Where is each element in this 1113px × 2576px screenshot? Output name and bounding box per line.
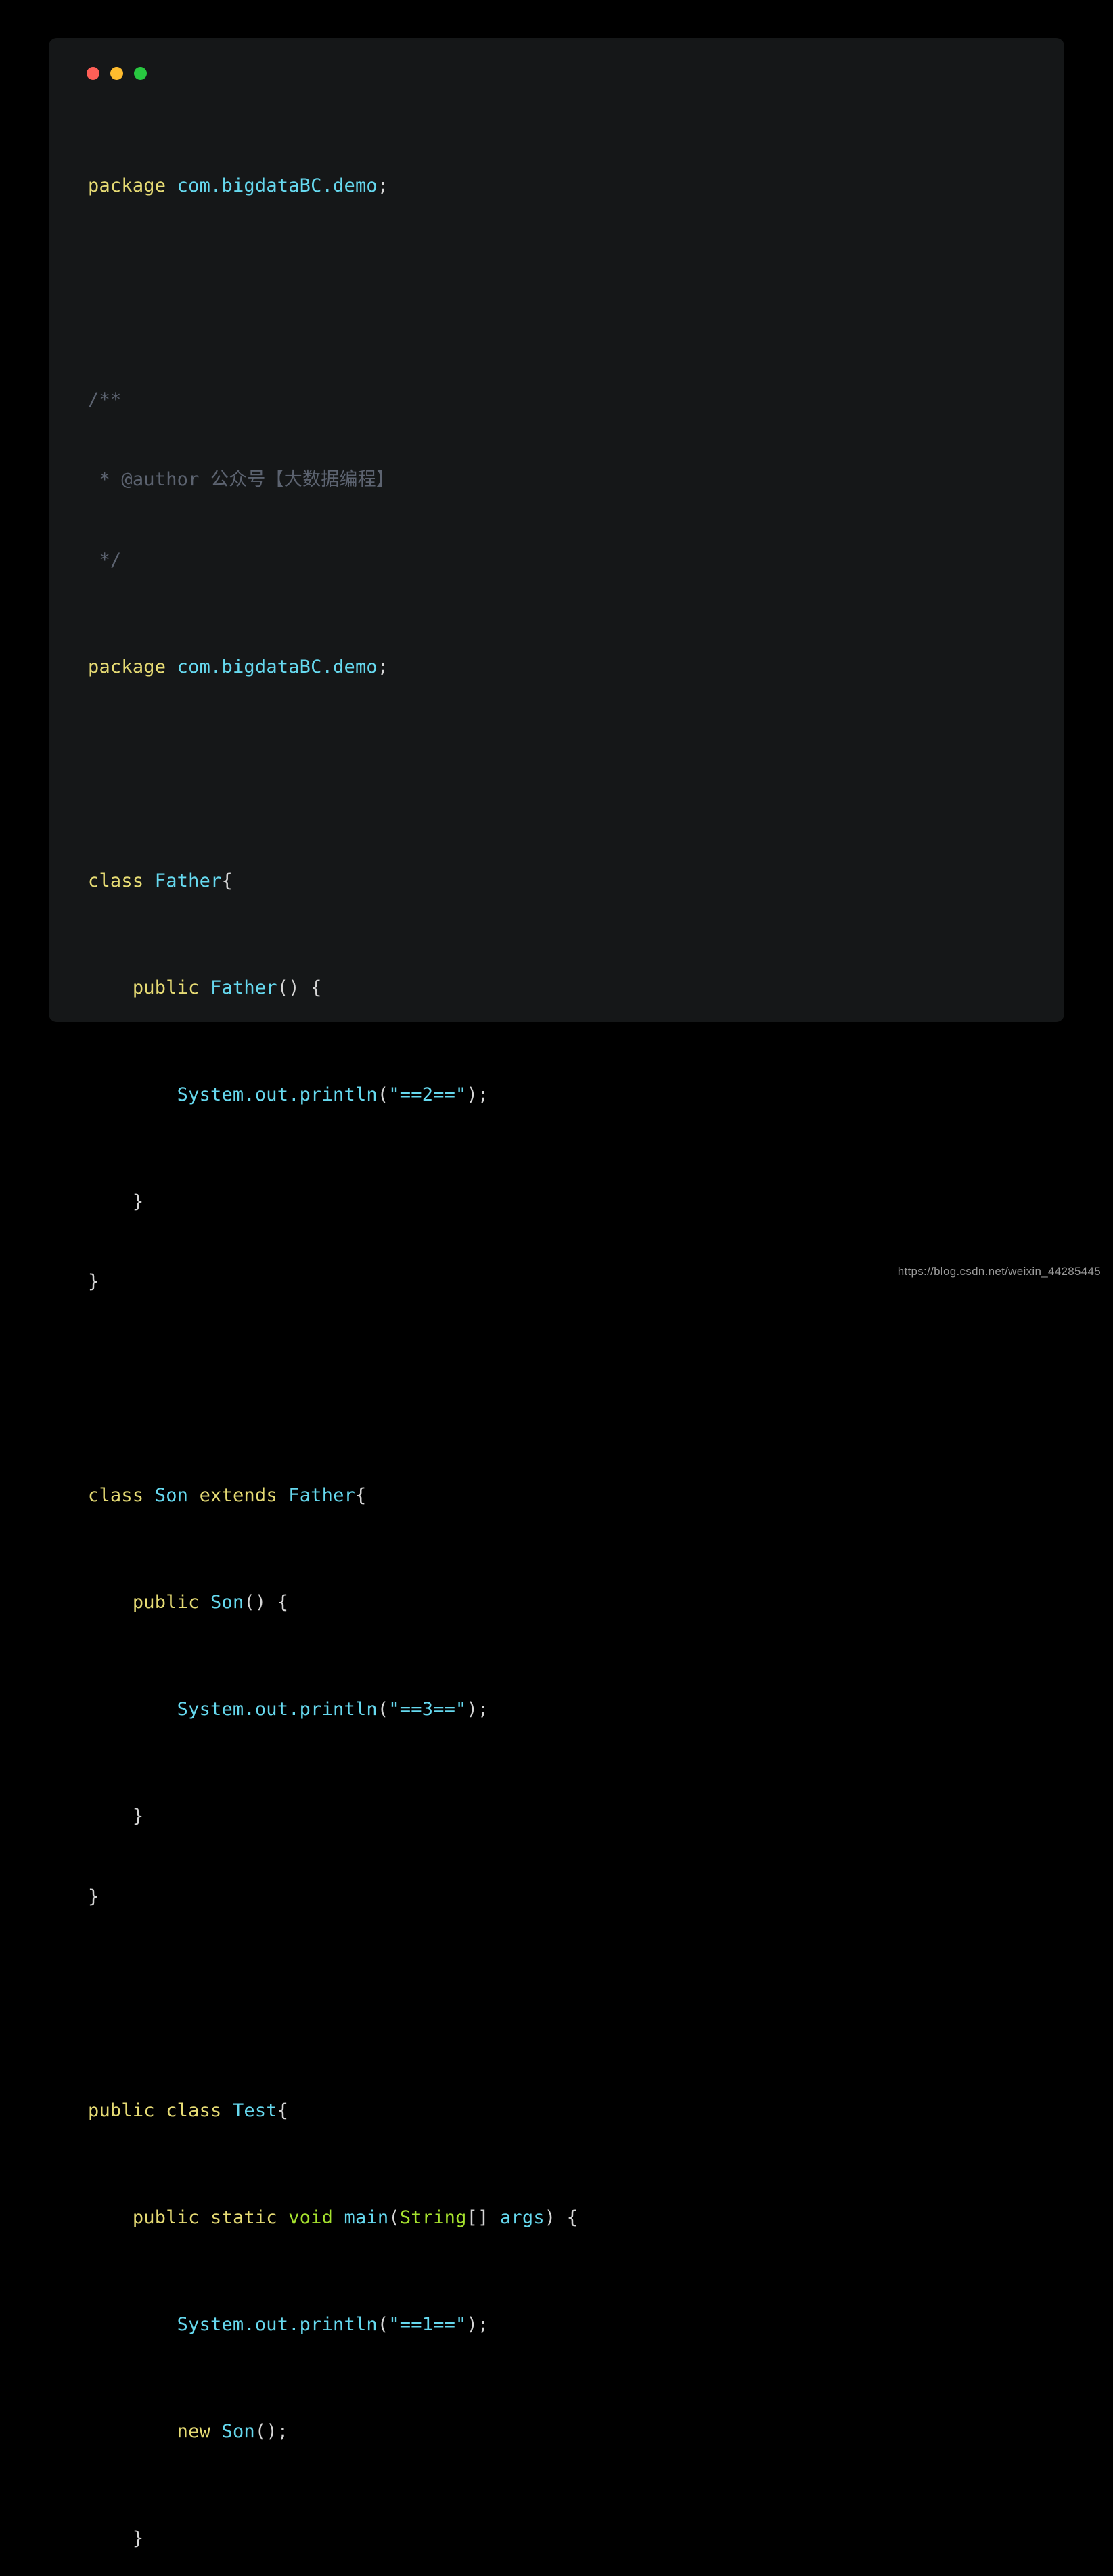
code-line: } <box>88 1189 1041 1216</box>
code-line: * @author 公众号【大数据编程】 <box>88 466 1041 493</box>
class-name-father: Father <box>154 870 222 891</box>
type-string: String <box>399 2206 467 2228</box>
class-name-son: Son <box>154 1485 189 1506</box>
keyword-public: public <box>132 2206 200 2228</box>
superclass-father: Father <box>288 1485 355 1506</box>
close-brace: } <box>88 1271 99 1292</box>
class-name-test: Test <box>232 2100 277 2121</box>
paren-brace: ) { <box>288 977 322 998</box>
keyword-public: public <box>132 977 200 998</box>
call-println: System.out.println <box>177 1084 378 1105</box>
maximize-window-button[interactable] <box>134 66 147 80</box>
code-line: class Son extends Father{ <box>88 1482 1041 1509</box>
comment-author: * @author 公众号【大数据编程】 <box>88 469 395 490</box>
watermark-url: https://blog.csdn.net/weixin_44285445 <box>897 1265 1101 1278</box>
method-main: main <box>344 2206 389 2228</box>
code-line: public static void main(String[] args) { <box>88 2204 1041 2231</box>
paren-open: ( <box>377 1699 389 1720</box>
keyword-extends: extends <box>199 1485 277 1506</box>
package-name: com.bigdataBC.demo <box>177 175 378 196</box>
package-name: com.bigdataBC.demo <box>177 656 378 678</box>
keyword-public: public <box>88 2100 155 2121</box>
paren-open: ( <box>377 1084 389 1105</box>
paren-brace: ) { <box>544 2206 578 2228</box>
keyword-class: class <box>88 1485 144 1506</box>
code-window: package com.bigdataBC.demo; /** * @autho… <box>49 38 1064 2549</box>
keyword-package: package <box>88 656 166 678</box>
code-line: package com.bigdataBC.demo; <box>88 173 1041 200</box>
code-line: System.out.println("==3=="); <box>88 1696 1041 1723</box>
string-literal: "==1==" <box>388 2313 467 2335</box>
close-brace: } <box>132 2527 144 2549</box>
paren-open: ( <box>277 977 289 998</box>
code-line: */ <box>88 547 1041 574</box>
close-brace: } <box>88 1886 99 1907</box>
code-line: } <box>88 1803 1041 1830</box>
constructor-father: Father <box>210 977 277 998</box>
keyword-package: package <box>88 175 166 196</box>
keyword-public: public <box>132 1592 200 1613</box>
open-brace: { <box>221 870 233 891</box>
keyword-class: class <box>166 2100 222 2121</box>
keyword-class: class <box>88 870 144 891</box>
code-content: package com.bigdataBC.demo; /** * @autho… <box>72 92 1041 2576</box>
code-line: public Son() { <box>88 1589 1041 1616</box>
code-line: new Son(); <box>88 2418 1041 2445</box>
paren-open: ( <box>388 2206 400 2228</box>
paren-open: ( <box>377 2313 389 2335</box>
type-void: void <box>288 2206 334 2228</box>
code-line: package com.bigdataBC.demo; <box>88 654 1041 681</box>
array-brackets: [] <box>466 2206 489 2228</box>
code-line: public Father() { <box>88 975 1041 1002</box>
window-controls <box>72 58 1041 81</box>
string-literal: "==3==" <box>388 1699 467 1720</box>
instantiate-son: Son <box>221 2420 255 2442</box>
constructor-son: Son <box>210 1592 244 1613</box>
keyword-new: new <box>177 2420 211 2442</box>
paren-brace: ) { <box>254 1592 289 1613</box>
paren-open: ( <box>244 1592 255 1613</box>
minimize-window-button[interactable] <box>110 66 123 80</box>
close-window-button[interactable] <box>87 66 99 80</box>
code-line: } <box>88 1884 1041 1911</box>
semicolon: ; <box>377 656 389 678</box>
comment-close: */ <box>88 549 122 571</box>
open-brace: { <box>355 1485 367 1506</box>
keyword-static: static <box>210 2206 277 2228</box>
semicolon: ; <box>377 175 389 196</box>
param-args: args <box>499 2206 545 2228</box>
call-println: System.out.println <box>177 2313 378 2335</box>
code-line: System.out.println("==2=="); <box>88 1082 1041 1109</box>
close-brace: } <box>132 1191 144 1212</box>
open-brace: { <box>277 2100 289 2121</box>
paren-semi: (); <box>254 2420 289 2442</box>
code-line: } <box>88 2525 1041 2552</box>
code-line: class Father{ <box>88 868 1041 895</box>
comment-open: /** <box>88 388 122 410</box>
string-literal: "==2==" <box>388 1084 467 1105</box>
code-line: System.out.println("==1=="); <box>88 2311 1041 2338</box>
close-brace: } <box>132 1806 144 1827</box>
call-println: System.out.println <box>177 1699 378 1720</box>
code-line: public class Test{ <box>88 2097 1041 2125</box>
code-line: /** <box>88 386 1041 414</box>
call-end: ); <box>466 1699 489 1720</box>
call-end: ); <box>466 2313 489 2335</box>
call-end: ); <box>466 1084 489 1105</box>
